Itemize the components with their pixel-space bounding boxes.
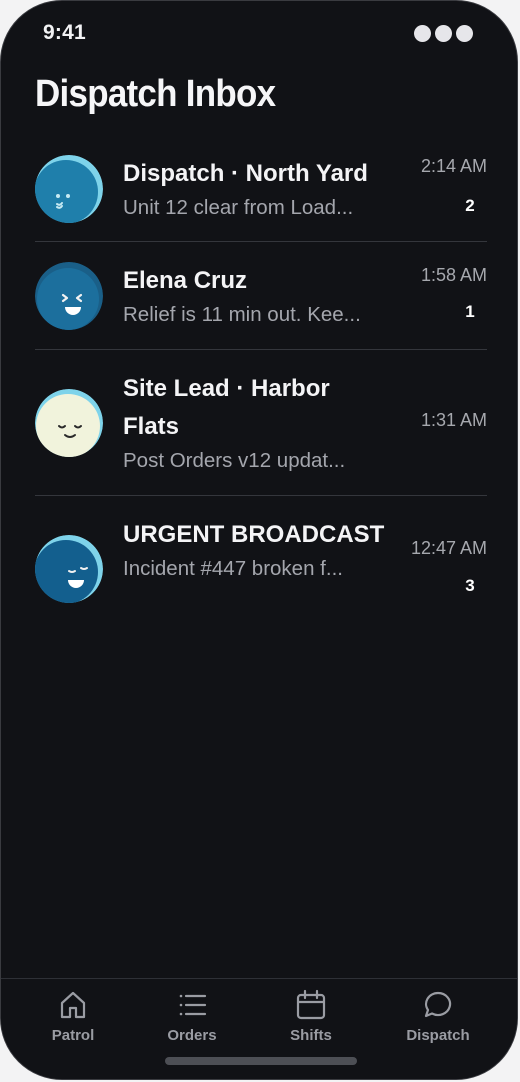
home-indicator	[165, 1057, 357, 1065]
conversation-row[interactable]: Elena Cruz Relief is 11 min out. Kee... …	[35, 242, 487, 350]
conversation-preview: Incident #447 broken f...	[123, 557, 343, 580]
tab-label: Shifts	[290, 1027, 332, 1044]
conversation-list: Dispatch · North Yard Unit 12 clear from…	[35, 135, 487, 642]
tab-orders[interactable]: Orders	[144, 989, 240, 1044]
tab-patrol[interactable]: Patrol	[25, 989, 121, 1044]
conversation-time: 2:14 AM	[420, 156, 487, 176]
unread-badge: 3	[465, 576, 475, 595]
unread-badge: 1	[465, 302, 475, 321]
conversation-time: 1:58 AM	[420, 265, 487, 285]
tab-label: Orders	[167, 1027, 217, 1044]
tab-label: Patrol	[51, 1027, 95, 1044]
chat-bubble-icon	[424, 991, 452, 1018]
phone-frame: 9:41 Dispatch Inbox Dispatch · North Yar…	[0, 0, 518, 1080]
status-time: 9:41	[43, 21, 86, 44]
conversation-name: Dispatch · North Yard	[123, 160, 368, 187]
page-title: Dispatch Inbox	[35, 73, 276, 115]
tab-shifts[interactable]: Shifts	[263, 989, 359, 1044]
avatar	[35, 155, 103, 223]
conversation-preview: Post Orders v12 updat...	[123, 449, 346, 472]
conversation-name: Site Lead · Harbor Flats	[123, 375, 330, 440]
avatar	[35, 262, 103, 330]
conversation-name: URGENT BROADCAST	[123, 521, 385, 548]
conversation-time: 1:31 AM	[420, 410, 487, 430]
list-icon	[179, 994, 207, 1016]
tab-dispatch[interactable]: Dispatch	[390, 989, 486, 1044]
conversation-name: Elena Cruz	[123, 267, 248, 294]
avatar	[35, 535, 103, 603]
conversation-preview: Unit 12 clear from Load...	[123, 196, 354, 219]
home-icon	[60, 991, 86, 1019]
conversation-preview: Relief is 11 min out. Kee...	[123, 303, 361, 326]
conversation-row[interactable]: URGENT BROADCAST Incident #447 broken f.…	[35, 496, 487, 642]
avatar	[35, 389, 103, 457]
conversation-time: 12:47 AM	[410, 538, 487, 558]
status-dots-icon	[414, 25, 473, 42]
conversation-row[interactable]: Dispatch · North Yard Unit 12 clear from…	[35, 135, 487, 242]
conversation-row[interactable]: Site Lead · Harbor Flats Post Orders v12…	[35, 350, 487, 496]
tab-label: Dispatch	[406, 1027, 470, 1044]
calendar-icon	[296, 989, 326, 1020]
unread-badge: 2	[465, 196, 475, 215]
